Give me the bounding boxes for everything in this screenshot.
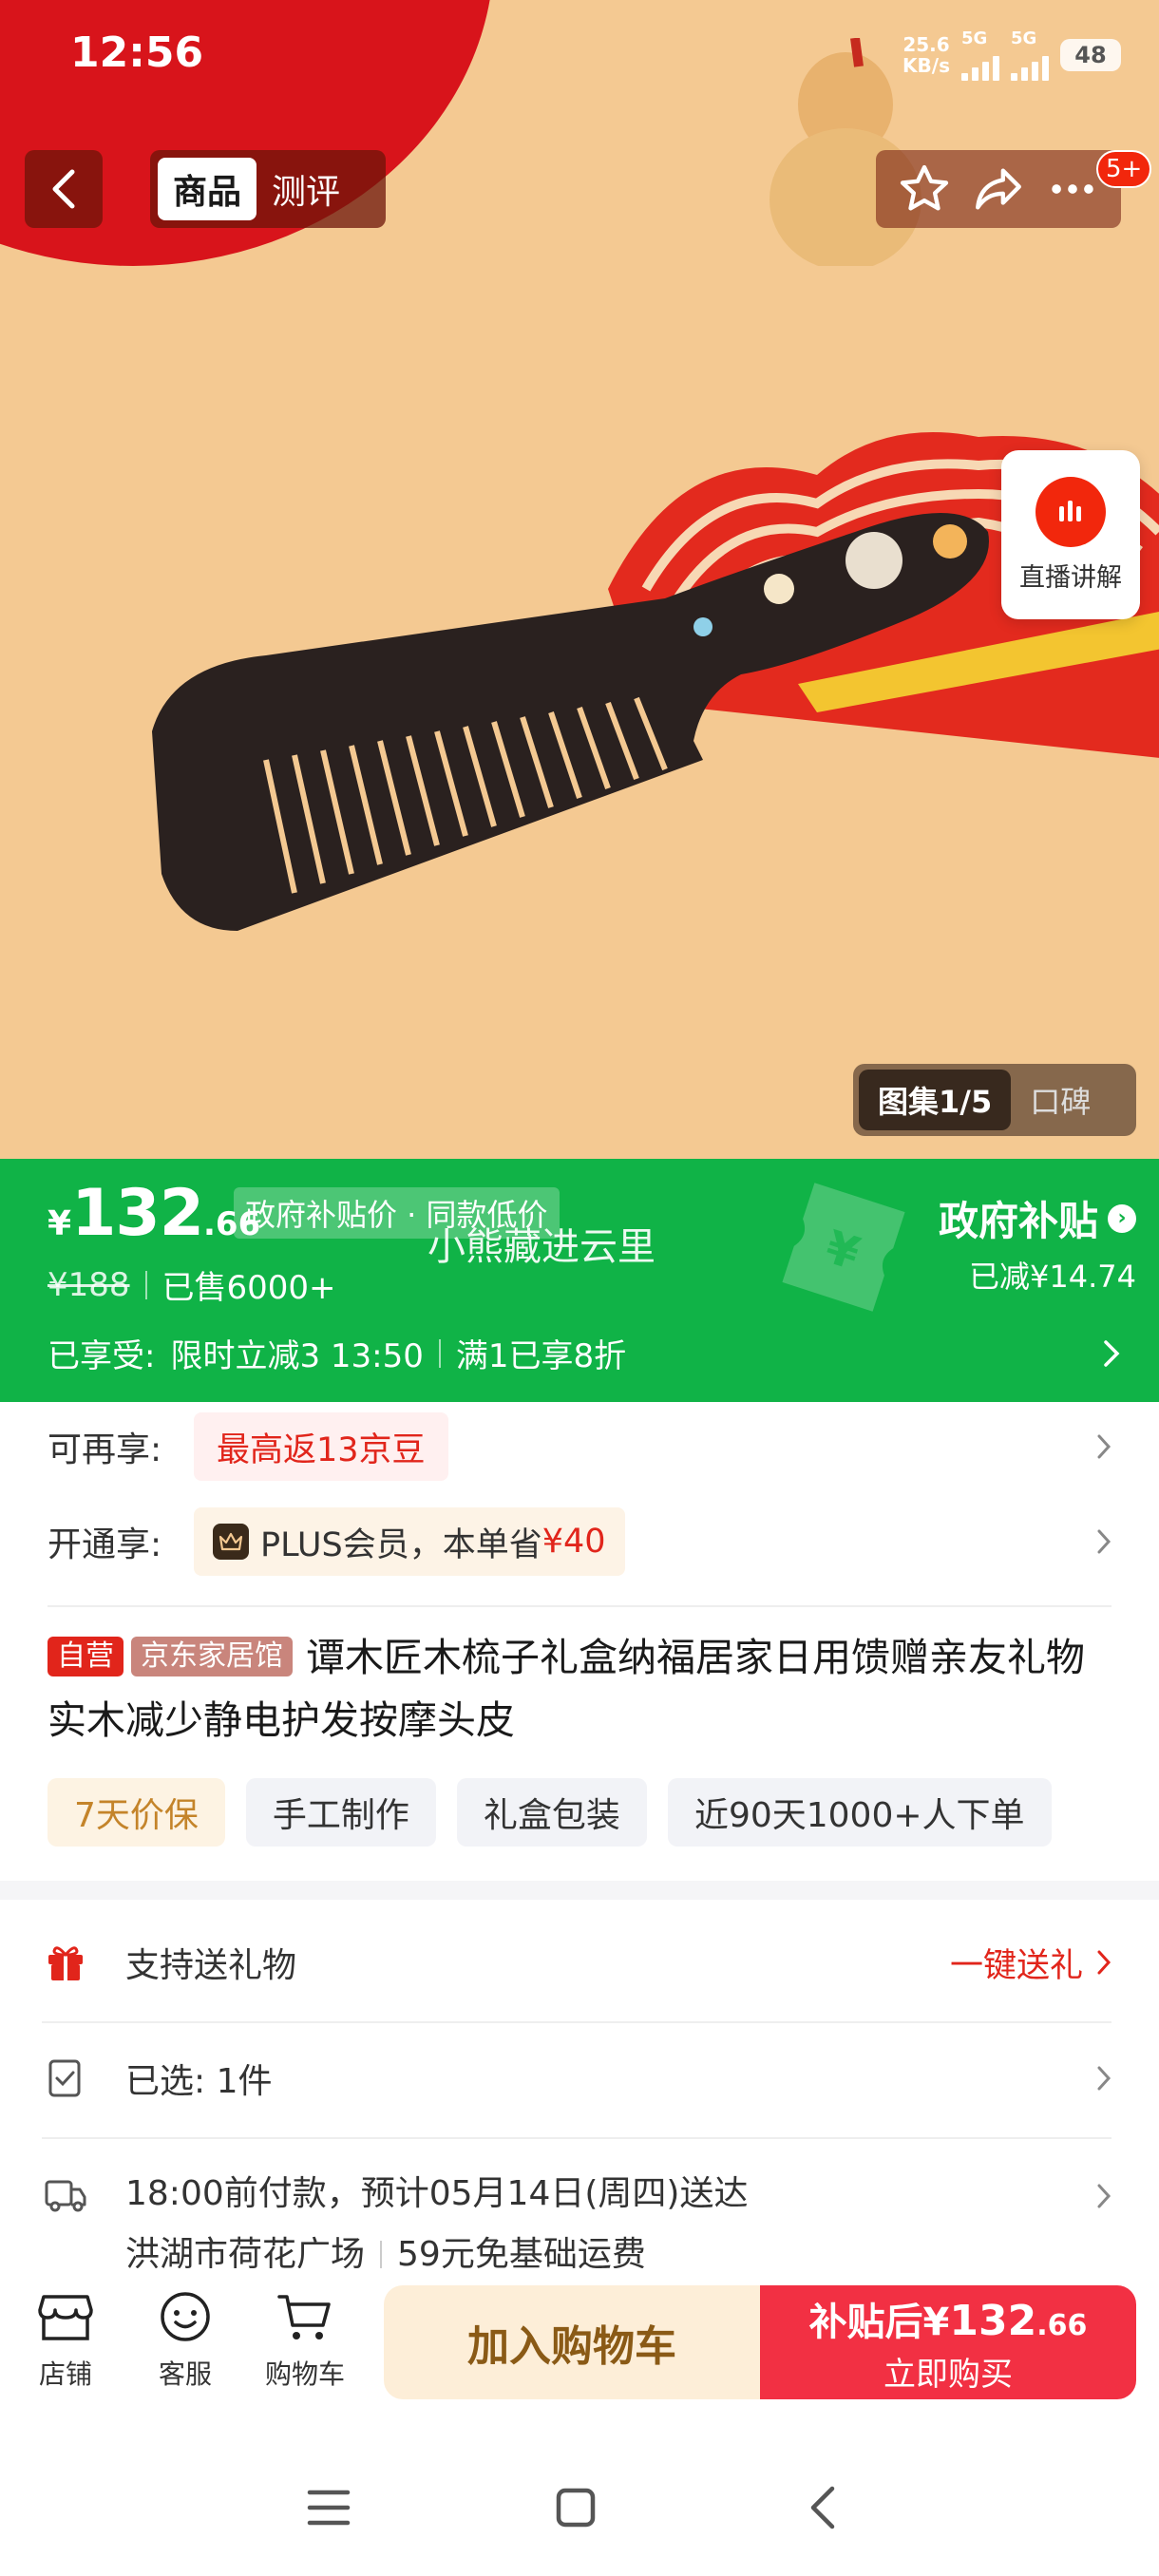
extra-benefit-row[interactable]: 可再享: 最高返13京豆 (48, 1412, 1112, 1481)
selected-spec-label: 已选: 1件 (125, 2062, 273, 2101)
chevron-right-icon (1104, 1339, 1120, 1367)
gift-label: 支持送礼物 (125, 1946, 297, 1985)
store-tag[interactable]: 京东家居馆 (131, 1637, 293, 1676)
discount-row[interactable]: 已享受: 限时立减3 13:50 满1已享8折 (48, 1330, 1121, 1376)
delivery-time: 18:00前付款，预计05月14日(周四)送达 (125, 2174, 749, 2213)
live-explain-button[interactable]: 直播讲解 (1001, 450, 1140, 619)
gov-subsidy-title: 政府补贴 (938, 1198, 1098, 1244)
menu-icon[interactable] (291, 2470, 367, 2546)
system-navigation-bar (0, 2432, 1159, 2576)
bottom-action-bar: 店铺 客服 购物车 加入购物车 补贴后¥ 132.66 立即购买 (0, 2268, 1159, 2420)
buy-now-button[interactable]: 补贴后¥ 132.66 立即购买 (760, 2285, 1136, 2399)
chevron-right-icon (1097, 1529, 1112, 1554)
gift-action[interactable]: 一键送礼 (950, 1939, 1112, 1987)
gov-subsidy-amount: 已减¥14.74 (969, 1259, 1136, 1295)
product-title-block: 自营 京东家居馆 谭木匠木梳子礼盒纳福居家日用馈赠亲友礼物实木减少静电护发按摩头皮 (48, 1626, 1121, 1752)
plus-member-pill: PLUS会员，本单省 ¥40 (194, 1507, 625, 1576)
live-broadcast-icon (1036, 476, 1106, 547)
tab-reputation[interactable]: 口碑 (1011, 1070, 1110, 1130)
home-icon[interactable] (538, 2470, 614, 2546)
network-type-2: 5G (1011, 28, 1037, 48)
back-button[interactable] (25, 150, 103, 228)
gift-row[interactable]: 支持送礼物 一键送礼 (42, 1938, 1112, 1987)
limited-discount: 限时立减3 13:50 (170, 1337, 424, 1375)
customer-service-button[interactable]: 客服 (133, 2291, 238, 2392)
jingdou-rebate-pill: 最高返13京豆 (194, 1412, 448, 1481)
status-bar: 12:56 25.6 KB/s 5G 5G 48 (0, 0, 1159, 114)
truck-icon (42, 2171, 89, 2219)
gov-subsidy-link[interactable]: 政府补贴 › 已减¥14.74 (939, 1189, 1136, 1297)
chevron-right-icon (1097, 1950, 1112, 1975)
plus-member-row[interactable]: 开通享: PLUS会员，本单省 ¥40 (48, 1507, 1112, 1576)
system-back-icon[interactable] (785, 2470, 861, 2546)
star-favorite-icon[interactable] (897, 161, 952, 217)
chevron-right-icon (1097, 2066, 1112, 2091)
chevron-left-icon (52, 169, 75, 209)
service-chat-icon (161, 2292, 210, 2341)
gallery-tabs: 图集1/5 口碑 (853, 1064, 1136, 1136)
spec-check-icon (42, 2055, 89, 2102)
enjoy-label: 已享受: (48, 1337, 156, 1375)
message-badge: 5+ (1096, 150, 1152, 188)
current-price: ¥ 132 .66 (48, 1176, 261, 1251)
status-time: 12:56 (70, 28, 204, 77)
feature-tag[interactable]: 近90天1000+人下单 (667, 1778, 1052, 1847)
tab-review[interactable]: 测评 (256, 158, 355, 220)
selected-spec-row[interactable]: 已选: 1件 (42, 2054, 1112, 2103)
battery-icon: 48 (1060, 38, 1121, 71)
more-icon[interactable] (1045, 161, 1100, 217)
chevron-right-icon (1097, 1434, 1112, 1459)
feature-tag[interactable]: 手工制作 (245, 1778, 436, 1847)
live-explain-label: 直播讲解 (1019, 562, 1122, 593)
shop-button[interactable]: 店铺 (13, 2291, 118, 2392)
header-tabs: 商品 测评 (150, 150, 386, 228)
original-price-row: ¥188 已售6000+ (48, 1261, 336, 1308)
divider (48, 1605, 1112, 1607)
extra-benefit-label: 可再享: (48, 1430, 162, 1469)
crown-icon (213, 1524, 249, 1560)
signal-icon (1011, 48, 1049, 81)
section-gap (0, 1881, 1159, 1900)
price-banner[interactable]: ¥ 132 .66 政府补贴价 · 同款低价 小熊藏进云里 ¥188 已售600… (0, 1159, 1159, 1402)
sold-count: 已售6000+ (162, 1269, 336, 1307)
self-operated-tag: 自营 (48, 1637, 124, 1676)
discount-percent: 满1已享8折 (455, 1337, 627, 1375)
gift-icon (42, 1939, 89, 1986)
feature-tag[interactable]: 7天价保 (48, 1778, 225, 1847)
cart-icon (277, 2295, 331, 2339)
chevron-right-icon (1097, 2184, 1112, 2208)
cart-button[interactable]: 购物车 (253, 2291, 357, 2392)
store-icon (38, 2295, 93, 2340)
delivery-row[interactable]: 18:00前付款，预计05月14日(周四)送达 洪湖市荷花广场 59元免基础运费 (42, 2164, 1112, 2285)
chevron-circle-right-icon: › (1108, 1203, 1136, 1233)
plus-member-label: 开通享: (48, 1525, 162, 1564)
status-indicators: 25.6 KB/s 5G 5G 48 (902, 28, 1121, 81)
share-icon[interactable] (971, 161, 1026, 217)
network-type-1: 5G (961, 28, 988, 48)
coupon-ticket-icon: ¥ (782, 1183, 905, 1312)
original-price: ¥188 (48, 1265, 130, 1304)
add-to-cart-button[interactable]: 加入购物车 (384, 2285, 760, 2399)
user-watermark: 小熊藏进云里 (428, 1225, 656, 1269)
divider (42, 2137, 1112, 2139)
feature-tags: 7天价保 手工制作 礼盒包装 近90天1000+人下单 (48, 1778, 1052, 1847)
plus-save-amount: ¥40 (542, 1523, 606, 1561)
feature-tag[interactable]: 礼盒包装 (456, 1778, 647, 1847)
product-image-gallery[interactable]: 12:56 25.6 KB/s 5G 5G 48 商品 测评 5+ 直播讲解 图… (0, 0, 1159, 1159)
network-speed: 25.6 KB/s (902, 32, 950, 77)
tab-gallery[interactable]: 图集1/5 (859, 1070, 1012, 1130)
header-actions (876, 150, 1121, 228)
signal-icon (961, 48, 999, 81)
comb-product-photo (152, 513, 989, 931)
divider (42, 2021, 1112, 2023)
tab-product[interactable]: 商品 (158, 158, 257, 220)
